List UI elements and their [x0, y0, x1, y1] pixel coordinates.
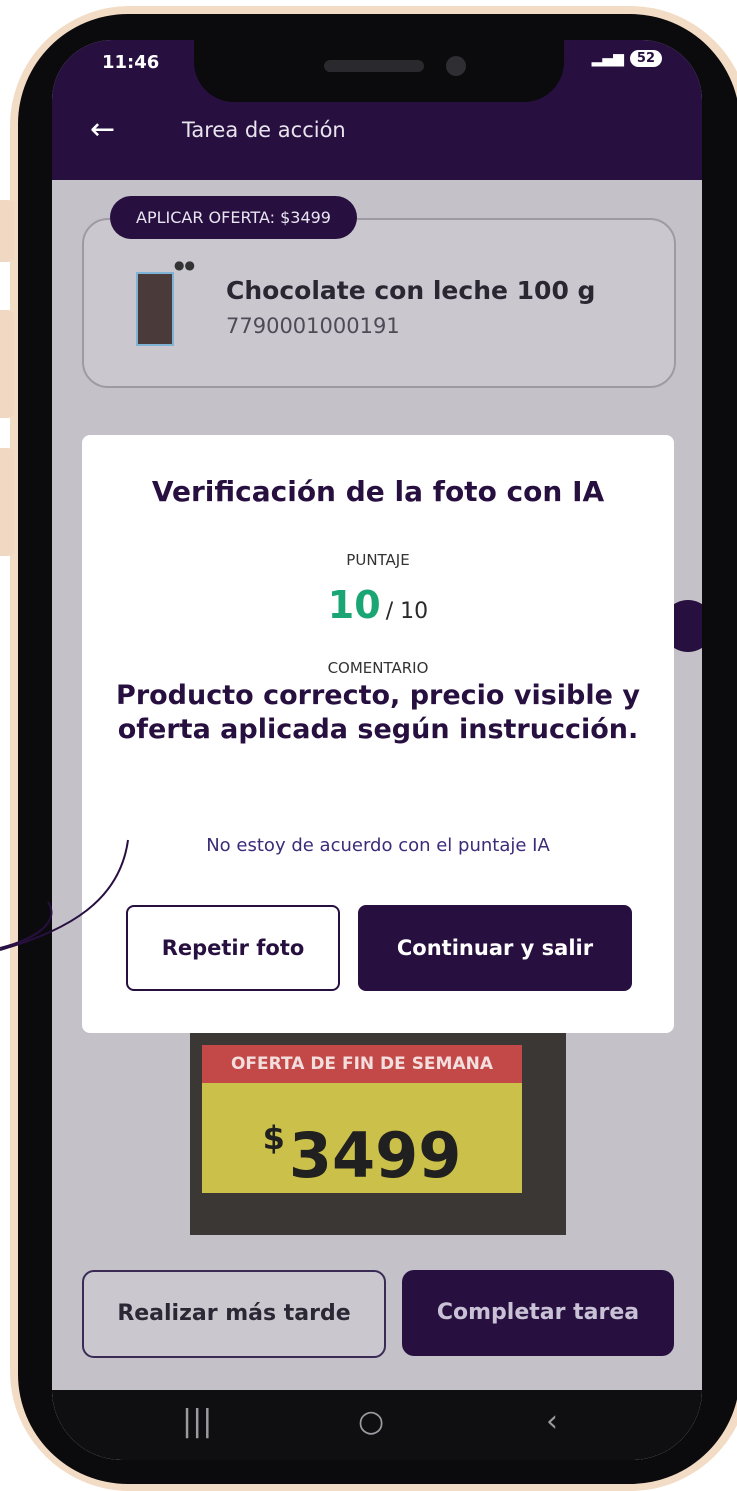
score-label: PUNTAJE — [346, 551, 410, 569]
status-icons: ▂▄▆ 52 — [592, 50, 662, 67]
status-time: 11:46 — [102, 52, 160, 73]
photo-sign-banner: OFERTA DE FIN DE SEMANA — [202, 1045, 522, 1083]
price-value: 3499 — [288, 1119, 462, 1192]
score-display: 10 / 10 — [82, 583, 674, 627]
score-value: 10 — [327, 583, 381, 627]
offer-chip: APLICAR OFERTA: $3499 — [110, 196, 357, 239]
signal-icon: ▂▄▆ — [591, 50, 624, 67]
app-bar: 11:46 ▂▄▆ 52 ← Tarea de acción — [52, 40, 702, 180]
battery-icon: 52 — [629, 50, 662, 67]
home-icon[interactable]: ○ — [358, 1404, 384, 1439]
product-name: Chocolate con leche 100 g — [226, 276, 596, 305]
side-button — [0, 310, 14, 418]
front-camera — [446, 56, 466, 76]
system-nav-bar: ||| ○ ‹ — [52, 1390, 702, 1460]
dialog-title: Verificación de la foto con IA — [151, 475, 605, 508]
repeat-photo-button[interactable]: Repetir foto — [126, 905, 340, 991]
speaker-grille — [324, 60, 424, 72]
back-arrow-icon[interactable]: ← — [90, 112, 115, 147]
comment-label: COMENTARIO — [327, 659, 429, 677]
phone-screen: 11:46 ▂▄▆ 52 ← Tarea de acción APLICAR O… — [52, 40, 702, 1460]
continue-exit-button[interactable]: Continuar y salir — [358, 905, 632, 991]
comment-text: Producto correcto, precio visible y ofer… — [116, 680, 640, 745]
photo-sign-price: $3499 — [202, 1083, 522, 1193]
page-title: Tarea de acción — [182, 118, 346, 142]
score-max: / 10 — [385, 599, 429, 624]
annotation-arrow — [0, 839, 129, 951]
ai-glasses-icon: ●● — [174, 258, 195, 272]
side-button — [0, 200, 14, 262]
back-nav-icon[interactable]: ‹ — [546, 1404, 558, 1439]
disagree-link[interactable]: No estoy de acuerdo con el puntaje IA — [82, 835, 674, 856]
ai-verification-dialog: Verificación de la foto con IA PUNTAJE 1… — [82, 435, 674, 1033]
complete-task-button[interactable]: Completar tarea — [402, 1270, 674, 1356]
camera-notch — [194, 40, 564, 102]
currency-symbol: $ — [262, 1119, 285, 1157]
recent-apps-icon[interactable]: ||| — [182, 1404, 212, 1439]
product-image — [136, 272, 174, 346]
do-later-button[interactable]: Realizar más tarde — [82, 1270, 386, 1358]
product-code: 7790001000191 — [226, 314, 400, 338]
side-button — [0, 448, 14, 556]
